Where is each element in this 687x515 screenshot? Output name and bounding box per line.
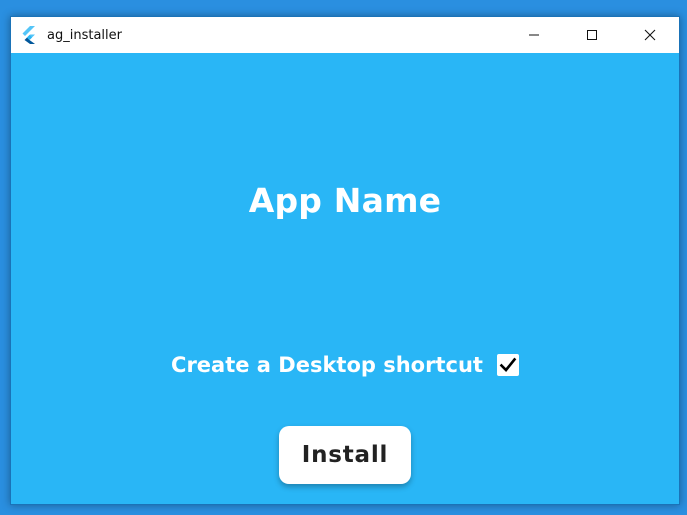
minimize-icon bbox=[529, 34, 539, 36]
checkmark-icon bbox=[499, 357, 517, 372]
window-title: ag_installer bbox=[47, 27, 122, 43]
title-bar[interactable]: ag_installer bbox=[11, 17, 679, 53]
desktop-shortcut-label: Create a Desktop shortcut bbox=[171, 353, 483, 377]
install-button[interactable]: Install bbox=[279, 426, 411, 484]
desktop-shortcut-row: Create a Desktop shortcut bbox=[11, 353, 679, 377]
maximize-icon bbox=[587, 30, 597, 40]
flutter-logo-icon bbox=[21, 26, 39, 44]
installer-window: ag_installer App Name Create a Desktop s… bbox=[10, 16, 680, 505]
close-button[interactable] bbox=[621, 17, 679, 53]
installer-content: App Name Create a Desktop shortcut Insta… bbox=[11, 53, 679, 504]
app-name-heading: App Name bbox=[248, 181, 442, 220]
minimize-button[interactable] bbox=[505, 17, 563, 53]
desktop-shortcut-checkbox[interactable] bbox=[496, 354, 519, 376]
close-icon bbox=[644, 29, 656, 41]
maximize-button[interactable] bbox=[563, 17, 621, 53]
window-controls bbox=[505, 17, 679, 53]
